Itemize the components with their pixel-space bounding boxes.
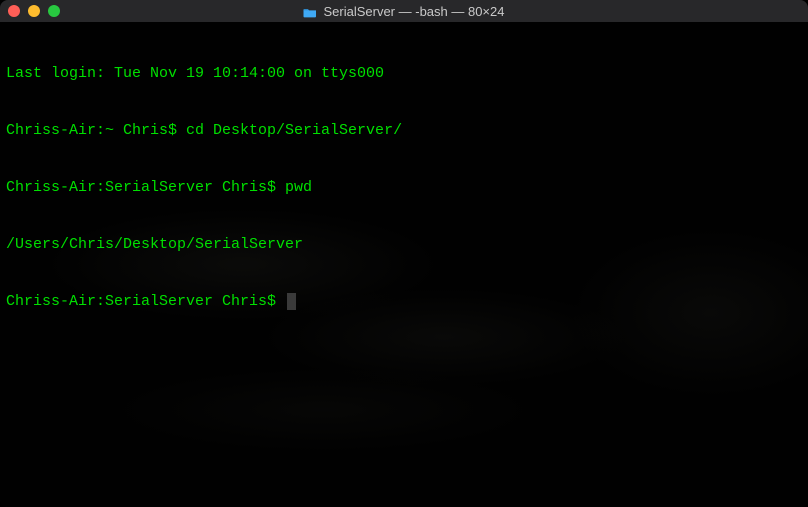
maximize-button[interactable] (48, 5, 60, 17)
prompt: Chriss-Air:SerialServer Chris$ (6, 179, 285, 196)
prompt: Chriss-Air:SerialServer Chris$ (6, 293, 285, 310)
traffic-lights (8, 5, 60, 17)
prompt: Chriss-Air:~ Chris$ (6, 122, 186, 139)
terminal-line: Chriss-Air:SerialServer Chris$ pwd (6, 178, 802, 197)
terminal-line: Last login: Tue Nov 19 10:14:00 on ttys0… (6, 64, 802, 83)
terminal-line: Chriss-Air:SerialServer Chris$ (6, 292, 802, 311)
window-titlebar: SerialServer — -bash — 80×24 (0, 0, 808, 22)
terminal-window: SerialServer — -bash — 80×24 Last login:… (0, 0, 808, 507)
window-title-text: SerialServer — -bash — 80×24 (323, 4, 504, 19)
line-output: Last login: Tue Nov 19 10:14:00 on ttys0… (6, 65, 384, 82)
folder-icon (303, 6, 317, 17)
window-title: SerialServer — -bash — 80×24 (0, 0, 808, 22)
terminal-line: /Users/Chris/Desktop/SerialServer (6, 235, 802, 254)
terminal-body[interactable]: Last login: Tue Nov 19 10:14:00 on ttys0… (0, 22, 808, 507)
cursor (287, 293, 296, 310)
line-output: /Users/Chris/Desktop/SerialServer (6, 236, 303, 253)
command-text: pwd (285, 179, 312, 196)
close-button[interactable] (8, 5, 20, 17)
command-text: cd Desktop/SerialServer/ (186, 122, 402, 139)
minimize-button[interactable] (28, 5, 40, 17)
terminal-line: Chriss-Air:~ Chris$ cd Desktop/SerialSer… (6, 121, 802, 140)
